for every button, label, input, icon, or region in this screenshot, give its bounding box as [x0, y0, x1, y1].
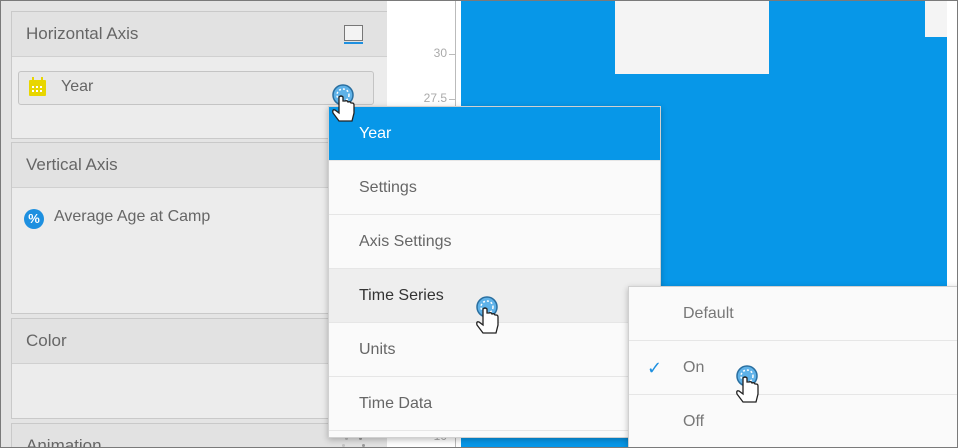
y-tick-label: 30: [433, 46, 447, 60]
calendar-icon: [29, 77, 46, 96]
check-icon: ✓: [647, 358, 663, 378]
submenu-item-default[interactable]: Default: [629, 287, 957, 341]
horizontal-axis-title: Horizontal Axis: [26, 24, 139, 43]
hand-cursor-icon: [332, 84, 355, 122]
submenu-item-off[interactable]: Off: [629, 395, 957, 447]
menu-item-settings[interactable]: Settings: [329, 161, 660, 215]
vertical-axis-title: Vertical Axis: [26, 155, 118, 174]
y-tick-label: 27.5: [423, 91, 447, 105]
color-title: Color: [26, 331, 67, 350]
year-field-label: Year: [61, 78, 94, 95]
menu-item-axis-settings[interactable]: Axis Settings: [329, 215, 660, 269]
screenshot-frame: Horizontal Axis Year Vertical Axis % Ave…: [0, 0, 958, 448]
field-context-menu: Year Settings Axis Settings Time Series …: [328, 106, 661, 438]
submenu-item-off-label: Off: [683, 413, 705, 430]
percent-icon: %: [24, 209, 44, 229]
y-tick-mark: [449, 54, 455, 55]
y-tick-mark: [449, 99, 455, 100]
time-series-submenu: Default ✓ On Off: [628, 286, 957, 447]
hand-cursor-icon: [476, 296, 499, 334]
menu-item-year[interactable]: Year: [329, 107, 660, 161]
chart-gap: [925, 1, 947, 37]
submenu-item-default-label: Default: [683, 305, 734, 322]
submenu-item-on[interactable]: ✓ On: [629, 341, 957, 395]
horizontal-axis-header: Horizontal Axis: [12, 12, 388, 57]
menu-item-time-data[interactable]: Time Data: [329, 377, 660, 431]
rectangle-icon[interactable]: [344, 25, 363, 44]
chart-gap: [615, 1, 769, 74]
hand-cursor-icon: [736, 365, 759, 403]
submenu-item-on-label: On: [683, 359, 705, 376]
average-age-field-label[interactable]: Average Age at Camp: [54, 208, 210, 226]
year-field-chip[interactable]: Year: [18, 71, 374, 105]
animation-title: Animation: [26, 436, 102, 448]
